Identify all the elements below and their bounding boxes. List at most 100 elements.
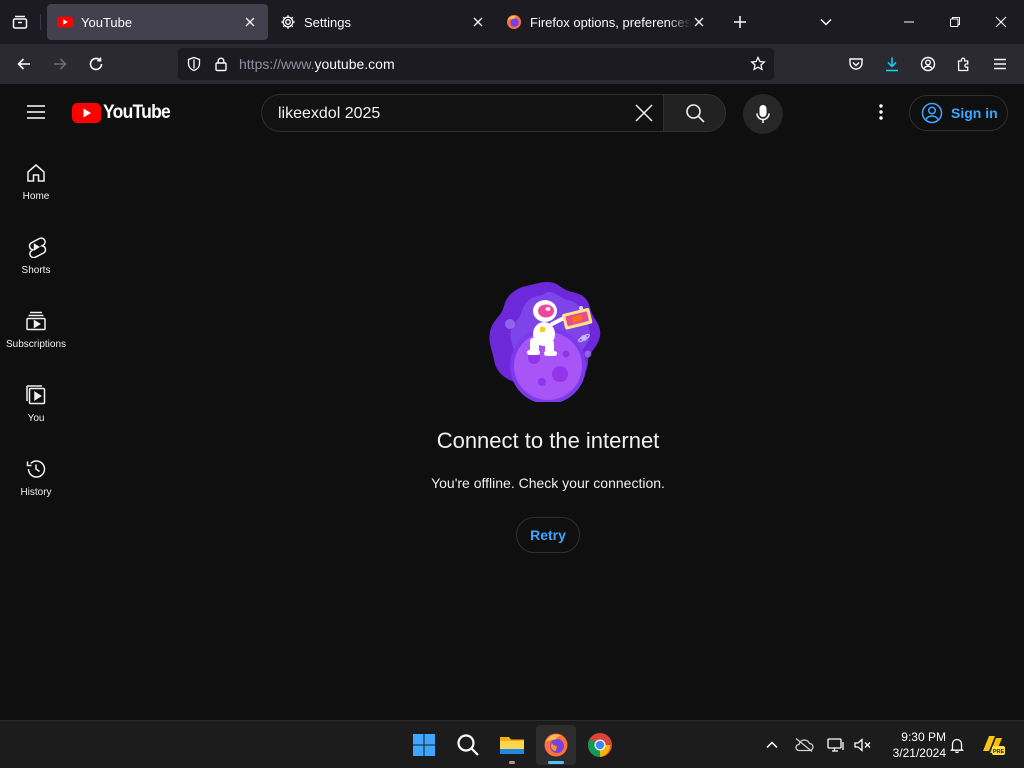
tab-youtube[interactable]: YouTube [47,4,268,40]
start-icon [413,734,435,756]
plus-icon [734,16,746,28]
search-icon [457,734,479,756]
list-all-tabs-button[interactable] [6,8,34,36]
pocket-icon [849,58,863,70]
firefox-icon [544,733,568,757]
clock-date: 3/21/2024 [892,746,946,760]
restore-icon [950,17,960,27]
bell-icon [950,738,964,753]
address-bar[interactable]: https://www.youtube.com [178,48,774,80]
hamburger-menu-icon [27,105,45,119]
copilot-preview-button[interactable]: PRE [980,733,1006,757]
bookmark-star-icon[interactable] [750,56,766,72]
guide-item-label: Shorts [21,265,51,276]
guide-item-history[interactable]: History [0,436,72,510]
volume-tray-button[interactable] [850,733,874,757]
close-window-button[interactable] [989,10,1013,34]
taskbar-clock[interactable]: 9:30 PM 3/21/2024 [880,729,946,761]
back-button[interactable] [10,50,38,78]
hamburger-menu-icon [994,58,1006,70]
firefox-favicon-icon [507,15,521,29]
tracking-protection-shield-icon[interactable] [186,56,202,72]
downloads-button[interactable] [878,50,906,78]
file-explorer-icon [500,737,524,754]
guide-item-label: Home [22,191,50,202]
restore-window-button[interactable] [943,10,967,34]
tab-list-dropdown[interactable] [814,10,838,34]
file-explorer-taskbar-button[interactable] [492,725,532,765]
guide-item-shorts[interactable]: Shorts [0,214,72,288]
close-tab-button[interactable] [242,14,258,30]
offline-message-panel: Connect to the internet You're offline. … [72,84,1024,720]
guide-item-label: History [20,487,52,498]
arrow-right-icon [54,58,67,70]
tab-separator [40,14,41,30]
account-button[interactable] [914,50,942,78]
guide-menu-button[interactable] [20,96,52,128]
chrome-taskbar-button[interactable] [580,725,620,765]
chevron-down-icon [820,18,832,26]
url-scheme: https://www. [239,56,315,72]
guide-item-label: You [27,413,45,424]
reload-button[interactable] [82,50,110,78]
shorts-icon [28,237,47,258]
copilot-preview-icon: PRE [983,736,1005,755]
pocket-button[interactable] [842,50,870,78]
close-icon [245,17,255,27]
reload-icon [89,57,103,71]
app-menu-button[interactable] [986,50,1014,78]
notifications-button[interactable] [945,733,969,757]
tab-firefox-options[interactable]: Firefox options, preferences and setting… [496,4,717,40]
offline-message: You're offline. Check your connection. [431,475,665,491]
download-icon [886,57,898,72]
url-text[interactable]: https://www.youtube.com [239,56,395,72]
windows-taskbar: 9:30 PM 3/21/2024 PRE [0,720,1024,768]
tab-title: Settings [304,14,351,30]
close-icon [995,16,1007,28]
chevron-up-icon [766,741,778,749]
clock-time: 9:30 PM [901,730,946,744]
youtube-favicon-icon [57,16,73,28]
retry-button[interactable]: Retry [516,517,580,553]
extensions-button[interactable] [950,50,978,78]
close-tab-button[interactable] [691,14,707,30]
tab-title: YouTube [81,14,133,30]
astronaut-on-planet-illustration [489,282,601,402]
lock-icon[interactable] [213,56,229,72]
puzzle-icon [957,57,969,72]
tab-overview-icon [12,15,28,29]
you-icon [26,385,46,405]
guide-item-subscriptions[interactable]: Subscriptions [0,288,72,362]
guide-item-you[interactable]: You [0,362,72,436]
close-icon [473,17,483,27]
youtube-page: YouTube likeexdol 2025 Sign in Home Shor… [0,84,1024,720]
browser-tab-strip: YouTube Settings Firefox options, prefer… [0,0,1024,44]
minimize-window-button[interactable] [897,10,921,34]
close-tab-button[interactable] [470,14,486,30]
firefox-taskbar-button[interactable] [536,725,576,765]
browser-navigation-toolbar: https://www.youtube.com [0,44,1024,84]
chrome-icon [588,733,612,757]
guide-item-home[interactable]: Home [0,140,72,214]
active-indicator [548,761,564,764]
arrow-left-icon [17,58,30,70]
forward-button[interactable] [46,50,74,78]
guide-item-label: Subscriptions [5,339,67,350]
new-tab-button[interactable] [728,10,752,34]
display-network-icon [827,738,844,752]
speaker-muted-icon [854,738,871,752]
cloud-offline-icon [795,737,814,753]
minimize-icon [904,21,914,23]
offline-title: Connect to the internet [436,428,660,453]
onedrive-tray-button[interactable] [792,733,816,757]
start-button[interactable] [404,725,444,765]
account-icon [920,56,936,72]
gear-icon [281,15,295,29]
home-icon [27,164,45,182]
running-indicator [509,761,515,764]
network-tray-button[interactable] [824,733,848,757]
tab-settings[interactable]: Settings [270,4,496,40]
show-hidden-icons-button[interactable] [760,733,784,757]
subscriptions-icon [26,311,46,331]
taskbar-search-button[interactable] [448,725,488,765]
